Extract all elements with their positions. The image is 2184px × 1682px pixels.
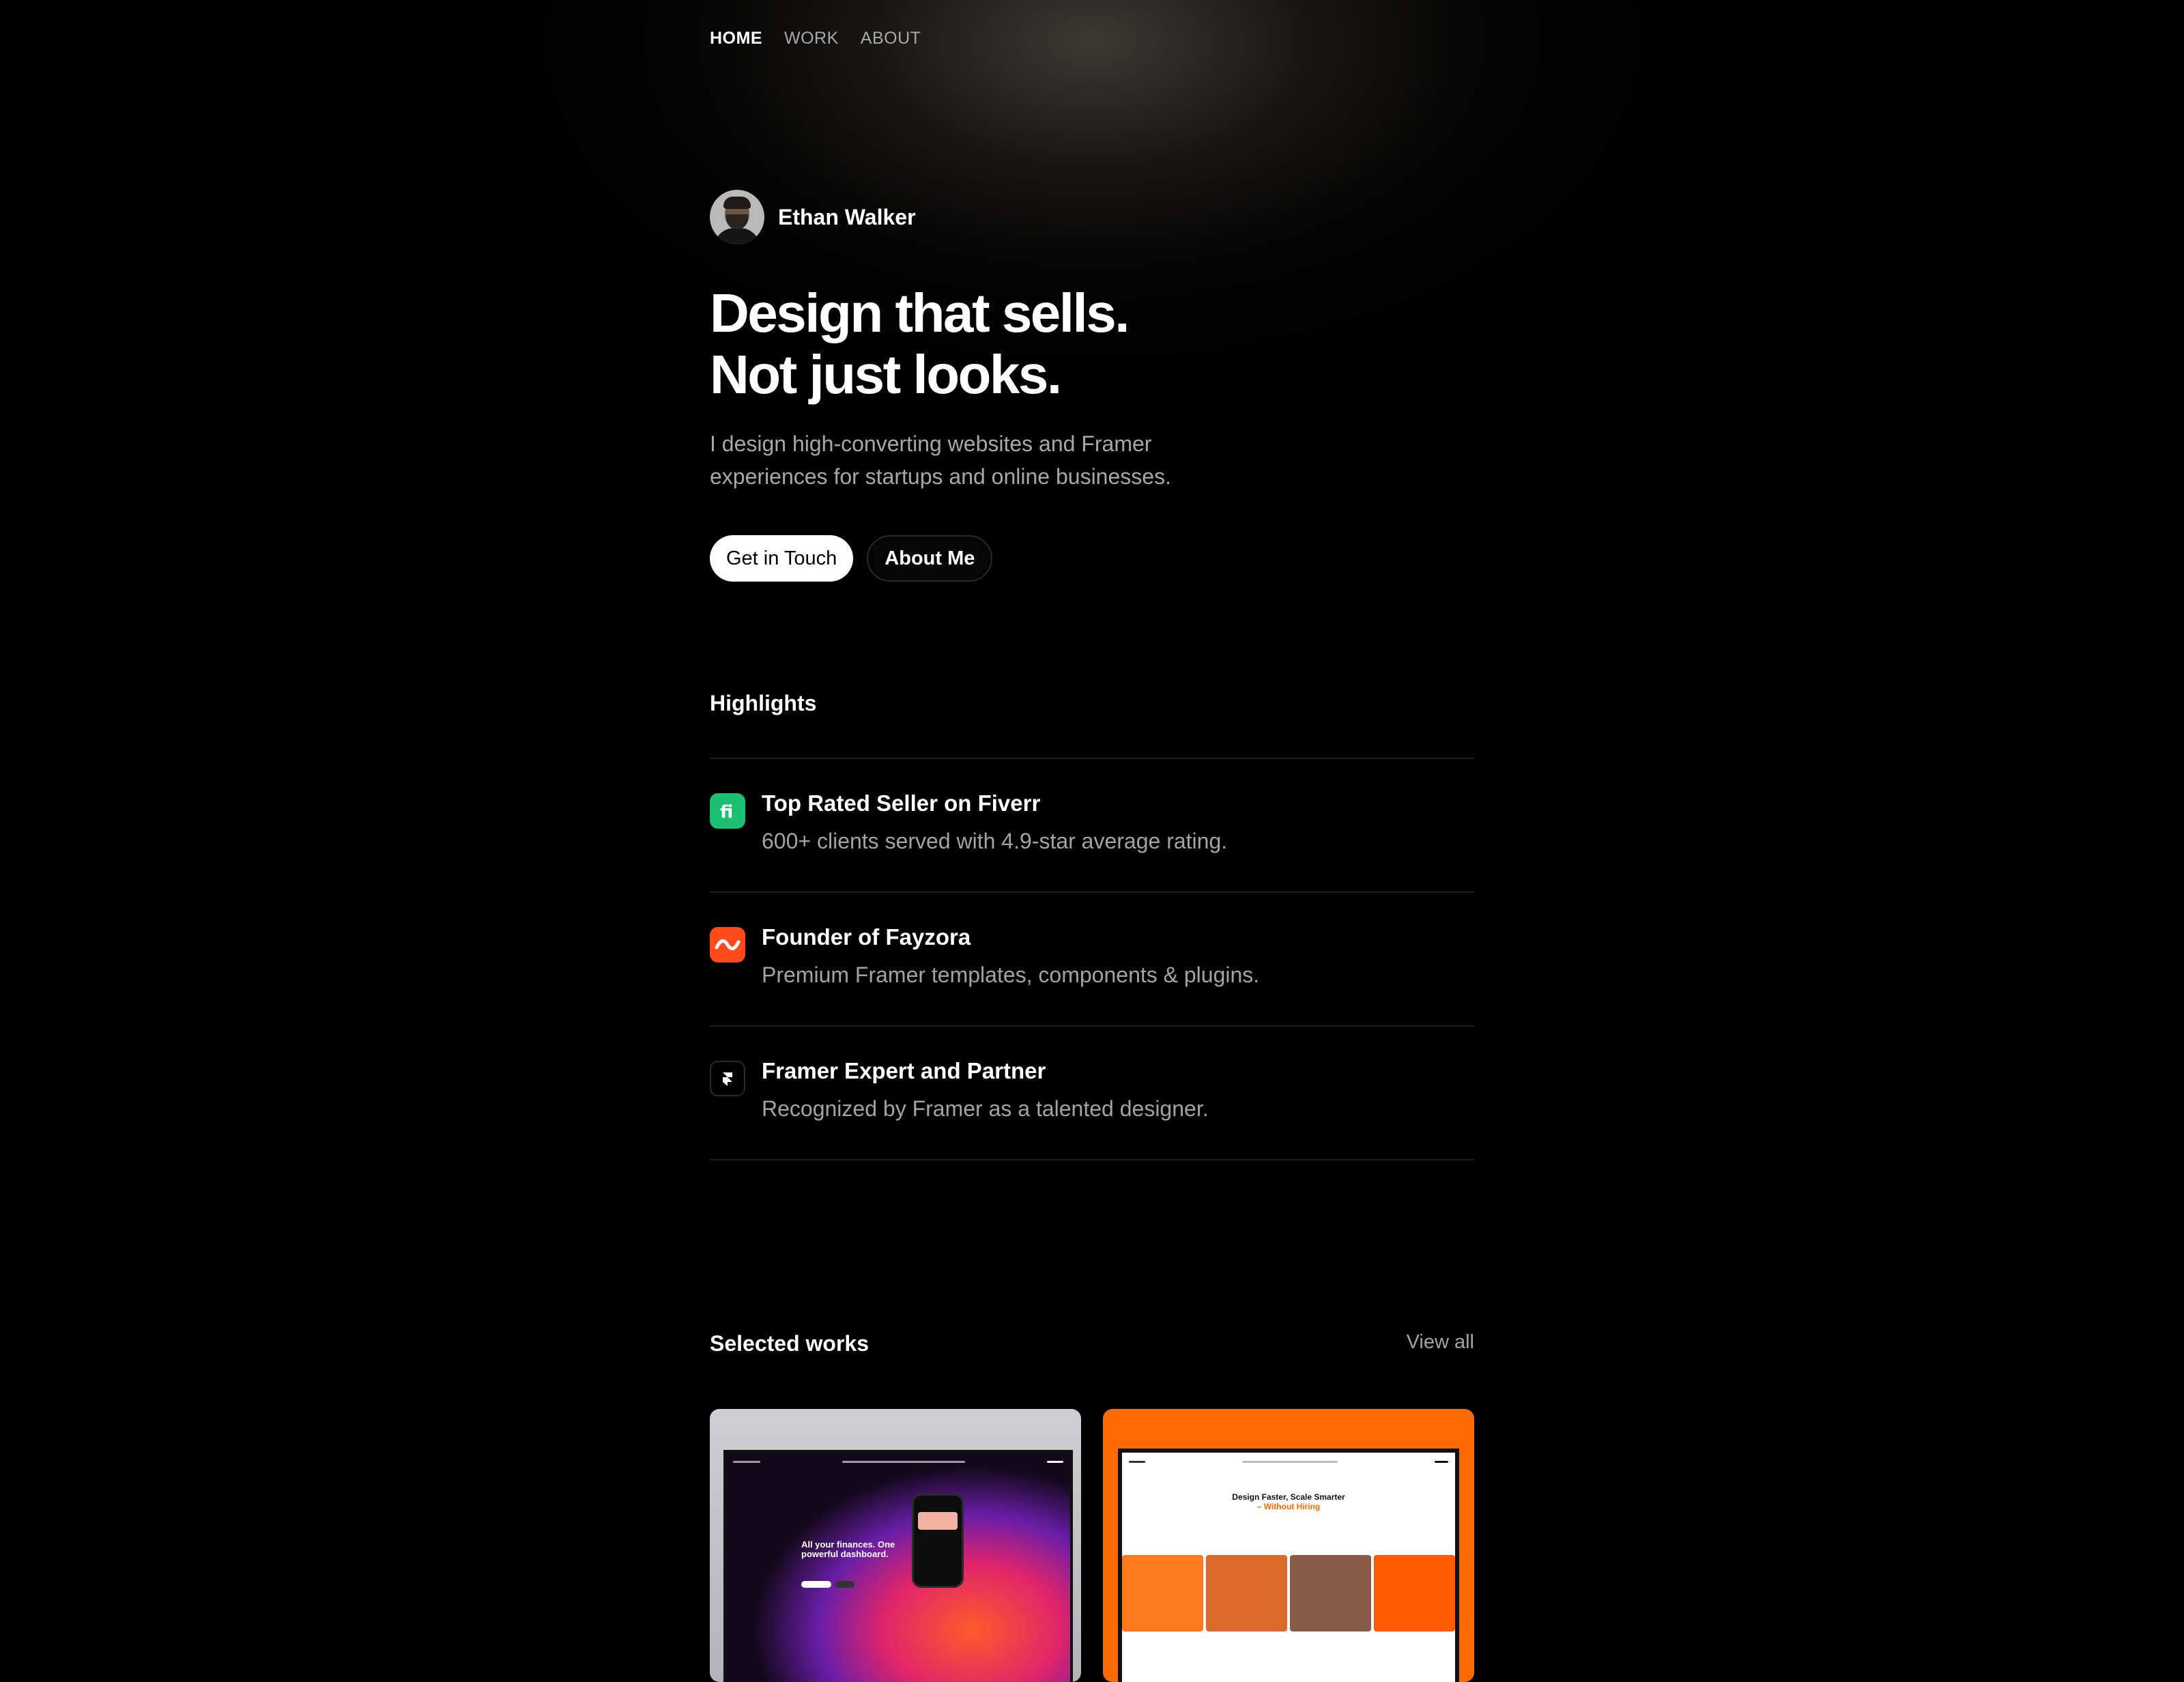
work-card-preview: Design Faster, Scale Smarter – Without H… <box>1118 1449 1459 1682</box>
profile-name: Ethan Walker <box>778 204 916 229</box>
view-all-link[interactable]: View all <box>1407 1331 1474 1354</box>
highlight-title: Founder of Fayzora <box>762 924 971 950</box>
profile: Ethan Walker <box>710 190 916 244</box>
work-card[interactable]: Design Faster, Scale Smarter – Without H… <box>1103 1409 1474 1682</box>
preview-hero-main: Design Faster, Scale Smarter <box>1232 1492 1345 1502</box>
highlight-item: Founder of Fayzora Premium Framer templa… <box>710 892 1474 1025</box>
selected-works-title: Selected works <box>710 1331 869 1356</box>
nav-work[interactable]: WORK <box>784 29 839 48</box>
works-grid: All your finances. One powerful dashboar… <box>710 1409 1474 1682</box>
nav-about[interactable]: ABOUT <box>861 29 921 48</box>
preview-nav <box>733 1458 1063 1465</box>
about-me-button[interactable]: About Me <box>867 535 993 582</box>
get-in-touch-button[interactable]: Get in Touch <box>710 535 854 582</box>
preview-hero-accent: – Without Hiring <box>1256 1502 1321 1511</box>
preview-image-row <box>1122 1555 1455 1631</box>
hero-title-line1: Design that sells. <box>710 283 1130 343</box>
highlights-list: fi Top Rated Seller on Fiverr 600+ clien… <box>710 758 1474 1160</box>
nav-home[interactable]: HOME <box>710 29 762 48</box>
fayzora-icon <box>710 927 745 963</box>
hero-title-line2: Not just looks. <box>710 344 1062 405</box>
svg-text:fi: fi <box>720 802 733 822</box>
avatar <box>710 190 764 244</box>
preview-button <box>835 1581 854 1588</box>
highlight-desc: Premium Framer templates, components & p… <box>762 963 1260 987</box>
hero-subtitle: I design high-converting websites and Fr… <box>710 431 1171 489</box>
work-card-preview: All your finances. One powerful dashboar… <box>723 1450 1073 1682</box>
highlight-item: Framer Expert and Partner Recognized by … <box>710 1025 1474 1160</box>
preview-hero-text: All your finances. One powerful dashboar… <box>801 1539 895 1559</box>
framer-icon <box>710 1061 745 1096</box>
preview-button <box>801 1581 831 1588</box>
highlight-item: fi Top Rated Seller on Fiverr 600+ clien… <box>710 758 1474 892</box>
fiverr-icon: fi <box>710 793 745 829</box>
highlights-title: Highlights <box>710 691 817 715</box>
work-card[interactable]: All your finances. One powerful dashboar… <box>710 1409 1081 1682</box>
hero-title: Design that sells. Not just looks. <box>710 283 1130 405</box>
top-nav: HOME WORK ABOUT <box>710 29 921 48</box>
phone-mockup <box>912 1494 964 1588</box>
preview-hero-text: Design Faster, Scale Smarter – Without H… <box>1122 1492 1455 1511</box>
highlight-desc: Recognized by Framer as a talented desig… <box>762 1096 1209 1121</box>
hero-buttons: Get in Touch About Me <box>710 535 993 582</box>
highlight-desc: 600+ clients served with 4.9-star averag… <box>762 829 1228 853</box>
highlight-title: Framer Expert and Partner <box>762 1058 1046 1083</box>
highlight-title: Top Rated Seller on Fiverr <box>762 790 1041 816</box>
preview-nav <box>1129 1458 1448 1465</box>
